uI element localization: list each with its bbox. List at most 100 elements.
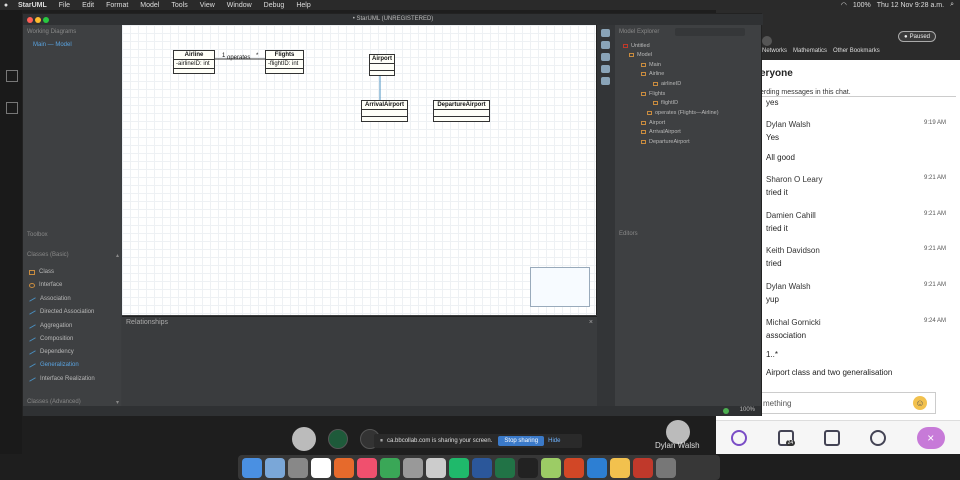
system-preferences-icon[interactable] <box>403 457 423 478</box>
chat-icon[interactable] <box>731 429 748 446</box>
tree-item[interactable]: Untitled <box>623 43 650 49</box>
zoom-level[interactable]: 100% <box>740 407 755 413</box>
stop-sharing-button[interactable]: Stop sharing <box>498 436 545 446</box>
tree-item[interactable]: flightID <box>653 100 678 106</box>
emoji-icon[interactable]: ☺ <box>913 396 927 410</box>
star-icon[interactable] <box>610 457 630 478</box>
menu-view[interactable]: View <box>194 2 221 9</box>
tool-aggregation[interactable]: Aggregation <box>29 323 72 329</box>
clock[interactable]: Thu 12 Nov 9:28 a.m. <box>877 2 944 9</box>
class-departure-airport[interactable]: DepartureAirport <box>433 100 490 122</box>
tool-directed-association[interactable]: Directed Association <box>29 309 94 315</box>
apple-icon[interactable]: ● <box>0 2 12 9</box>
model-search-input[interactable] <box>675 28 745 36</box>
tool-generalization[interactable]: Generalization <box>29 362 79 368</box>
tool-interface[interactable]: Interface <box>29 282 62 288</box>
tree-item[interactable]: Main <box>641 62 661 68</box>
window-icon <box>6 102 18 114</box>
association-label[interactable]: operates <box>227 55 250 61</box>
menu-format[interactable]: Format <box>100 2 134 9</box>
menu-file[interactable]: File <box>53 2 76 9</box>
profile-paused-button[interactable]: ● Paused <box>898 31 936 42</box>
classes-advanced-header[interactable]: Classes (Advanced) ▾ <box>27 399 119 406</box>
android-icon[interactable] <box>541 457 561 478</box>
excel-icon[interactable] <box>495 457 515 478</box>
bookmark-networks[interactable]: Networks <box>762 48 787 54</box>
powerpoint-icon[interactable] <box>564 457 584 478</box>
bookmark-other[interactable]: Other Bookmarks <box>833 48 880 54</box>
wifi-icon[interactable]: ◠ <box>841 1 847 9</box>
maximize-window-icon[interactable] <box>43 17 49 23</box>
chat-input[interactable]: mething ☺ <box>756 392 936 414</box>
word-icon[interactable] <box>472 457 492 478</box>
association-icon <box>29 296 36 302</box>
finder-icon[interactable] <box>242 457 262 478</box>
tool-association[interactable]: Association <box>29 296 71 302</box>
minimize-window-icon[interactable] <box>35 17 41 23</box>
bookmark-mathematics[interactable]: Mathematics <box>793 48 827 54</box>
tool-dependency[interactable]: Dependency <box>29 349 74 355</box>
diagram-canvas[interactable]: Airline -airlineID: int 1 operates * Fli… <box>122 25 597 315</box>
class-airport[interactable]: Airport <box>369 54 395 76</box>
tree-item[interactable]: DepartureAirport <box>641 139 690 145</box>
menu-debug[interactable]: Debug <box>258 2 291 9</box>
close-icon[interactable]: × <box>589 319 593 326</box>
firefox-icon[interactable] <box>334 457 354 478</box>
tool-composition[interactable]: Composition <box>29 336 73 342</box>
terminal-icon[interactable] <box>518 457 538 478</box>
move-icon[interactable] <box>601 65 610 73</box>
diagram-minimap[interactable] <box>530 267 590 307</box>
tree-item[interactable]: Model <box>629 52 652 58</box>
acrobat-icon[interactable] <box>633 457 653 478</box>
tool-class[interactable]: Class <box>29 269 54 275</box>
hide-button[interactable]: Hide <box>548 438 560 444</box>
chat-message: Damien Cahill 9:21 AM tried it <box>766 211 946 233</box>
search-icon[interactable]: ⌕ <box>950 1 954 9</box>
divider <box>756 96 956 97</box>
pycharm-icon[interactable] <box>449 457 469 478</box>
class-flights[interactable]: Flights -flightID: int <box>265 50 304 74</box>
menu-help[interactable]: Help <box>290 2 316 9</box>
menu-tools[interactable]: Tools <box>165 2 193 9</box>
trash-icon[interactable] <box>656 457 676 478</box>
menu-window[interactable]: Window <box>221 2 258 9</box>
participants-button[interactable]: 24 <box>777 429 796 446</box>
menu-app-name[interactable]: StarUML <box>12 2 53 9</box>
music-icon[interactable] <box>357 457 377 478</box>
microphone-icon[interactable] <box>328 429 348 449</box>
close-window-icon[interactable] <box>27 17 33 23</box>
class-airline[interactable]: Airline -airlineID: int <box>173 50 215 74</box>
menu-icon <box>6 70 18 82</box>
tree-item[interactable]: Flights <box>641 91 665 97</box>
close-icon[interactable]: × <box>916 426 945 449</box>
qb-icon[interactable] <box>587 457 607 478</box>
participants-count: 24 <box>785 439 796 446</box>
share-icon[interactable] <box>601 77 610 85</box>
class-arrival-airport[interactable]: ArrivalAirport <box>361 100 408 122</box>
tree-item[interactable]: ArrivalAirport <box>641 129 681 135</box>
tree-item[interactable]: operates (Flights—Airline) <box>647 110 719 116</box>
puzzle-icon[interactable] <box>601 29 610 37</box>
photo-icon[interactable] <box>426 457 446 478</box>
tree-label: Main <box>649 62 661 68</box>
preview-icon[interactable] <box>265 457 285 478</box>
share-content-icon[interactable] <box>823 429 840 446</box>
menu-model[interactable]: Model <box>134 2 165 9</box>
calendar-icon[interactable] <box>311 457 331 478</box>
working-diagram-item[interactable]: Main — Model <box>33 42 72 48</box>
toolbox-label: Toolbox <box>27 232 48 238</box>
navigator-icon[interactable] <box>601 53 610 61</box>
launchpad-icon[interactable] <box>288 457 308 478</box>
class-attribute <box>370 64 394 71</box>
tree-item[interactable]: Airline <box>641 71 664 77</box>
tools-icon[interactable] <box>601 41 610 49</box>
chrome-icon[interactable] <box>380 457 400 478</box>
tree-item[interactable]: Airport <box>641 120 665 126</box>
menu-bar: ● StarUML File Edit Format Model Tools V… <box>0 0 960 10</box>
menu-edit[interactable]: Edit <box>76 2 100 9</box>
working-diagrams-label: Working Diagrams <box>27 29 77 35</box>
tree-item[interactable]: airlineID <box>653 81 681 87</box>
tool-interface-realization[interactable]: Interface Realization <box>29 376 95 382</box>
gear-icon[interactable] <box>870 429 887 446</box>
classes-basic-header[interactable]: Classes (Basic) ▴ <box>27 252 119 259</box>
